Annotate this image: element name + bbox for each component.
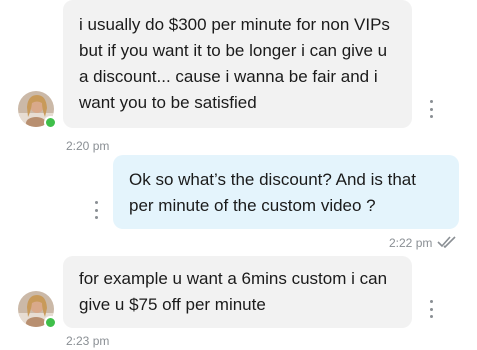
message-bubble-incoming[interactable]: i usually do $300 per minute for non VIP… [63, 0, 412, 128]
message-line: give u $75 off per minute [79, 295, 266, 314]
message-options-icon[interactable] [424, 300, 438, 318]
message-options-icon[interactable] [424, 100, 438, 118]
online-status-indicator [44, 116, 57, 129]
user-avatar[interactable] [18, 91, 57, 129]
message-line: per minute of the custom video ? [129, 196, 376, 215]
message-options-icon[interactable] [89, 201, 103, 219]
message-line: for example u want a 6mins custom i can [79, 269, 388, 288]
message-bubble-outgoing[interactable]: Ok so what’s the discount? And is that p… [113, 155, 459, 229]
message-line: but if you want it to be longer i can gi… [79, 41, 388, 60]
message-line: want you to be satisfied [79, 93, 257, 112]
user-avatar[interactable] [18, 291, 57, 329]
message-line: i usually do $300 per minute for non VIP… [79, 15, 390, 34]
message-bubble-incoming[interactable]: for example u want a 6mins custom i can … [63, 256, 412, 328]
message-line: Ok so what’s the discount? And is that [129, 170, 416, 189]
message-timestamp: 2:20 pm [66, 139, 110, 153]
online-status-indicator [44, 316, 57, 329]
message-line: a discount... cause i wanna be fair and … [79, 67, 378, 86]
double-check-icon [437, 236, 456, 248]
message-timestamp: 2:23 pm [66, 334, 110, 348]
message-timestamp: 2:22 pm [389, 236, 433, 250]
